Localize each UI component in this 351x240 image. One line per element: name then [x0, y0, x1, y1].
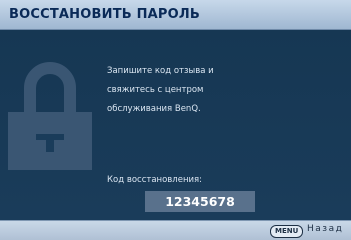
- dialog-body: Запишите код отзыва и свяжитесь с центро…: [0, 30, 351, 220]
- footer-bar: MENU Назад: [0, 220, 351, 240]
- title-bar: ВОССТАНОВИТЬ ПАРОЛЬ: [0, 0, 351, 30]
- instruction-line-2: свяжитесь с центром: [107, 85, 204, 95]
- menu-key-icon[interactable]: MENU: [270, 225, 304, 238]
- back-label: Назад: [307, 224, 344, 234]
- recovery-code-label: Код восстановления:: [107, 175, 203, 185]
- recovery-code-value: 12345678: [145, 191, 255, 212]
- page-title: ВОССТАНОВИТЬ ПАРОЛЬ: [9, 7, 201, 22]
- instruction-line-3: обслуживания BenQ.: [107, 104, 201, 114]
- lock-icon: [8, 62, 92, 170]
- instruction-line-1: Запишите код отзыва и: [107, 66, 214, 76]
- instruction-text: Запишите код отзыва и свяжитесь с центро…: [107, 62, 307, 119]
- password-recovery-dialog: ВОССТАНОВИТЬ ПАРОЛЬ Запишите код отзыва …: [0, 0, 351, 240]
